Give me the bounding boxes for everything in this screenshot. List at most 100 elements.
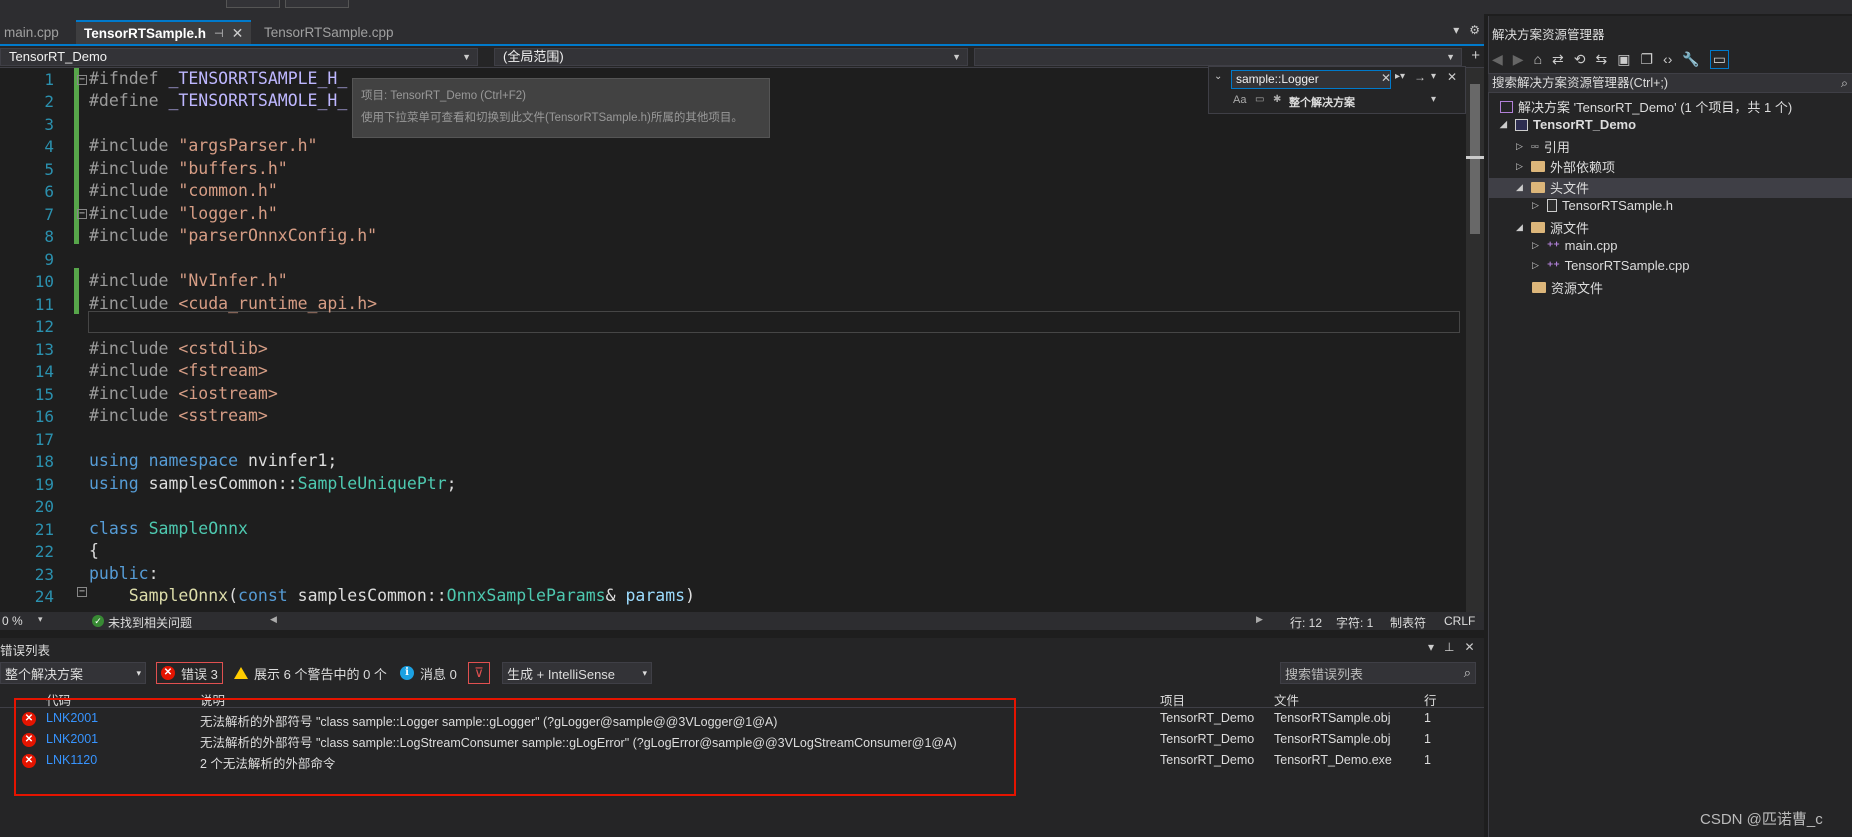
tree-file-source[interactable]: ▷ ⁺⁺ TensorRTSample.cpp	[1532, 258, 1689, 273]
find-options-icon[interactable]: ▾	[1431, 71, 1436, 82]
chevron-down-icon: ▾	[136, 667, 141, 678]
clear-icon[interactable]: ✕	[1381, 71, 1391, 85]
code-line: #include <cstdlib>	[89, 339, 268, 358]
close-icon[interactable]: ✕	[232, 25, 244, 42]
dropdown-icon[interactable]: ▾	[1428, 640, 1434, 654]
back-icon[interactable]: ◀	[1492, 51, 1503, 68]
build-filter-dropdown[interactable]: 生成 + IntelliSense ▾	[502, 662, 652, 684]
collapsed-triangle-icon[interactable]: ▷	[1516, 161, 1526, 172]
zoom-level[interactable]: 0 %	[2, 614, 23, 628]
tree-project[interactable]: ◢ TensorRT_Demo	[1500, 117, 1636, 132]
tab-tensorrtsample-cpp[interactable]: TensorRTSample.cpp	[256, 20, 402, 44]
close-icon[interactable]: ✕	[1447, 70, 1457, 84]
switch-views-icon[interactable]: ⇄	[1552, 51, 1564, 68]
code-line: #ifndef _TENSORRTSAMPLE_H_	[89, 69, 348, 88]
find-input[interactable]: sample::Logger	[1231, 70, 1391, 89]
tab-main-cpp[interactable]: main.cpp	[0, 20, 67, 44]
platform-dropdown[interactable]	[285, 0, 349, 8]
find-next-icon[interactable]: →	[1414, 70, 1426, 84]
chevron-down-icon: ▼	[462, 52, 471, 62]
column-file[interactable]: 文件	[1274, 690, 1299, 709]
fold-icon[interactable]: −	[77, 209, 87, 219]
scope-dropdown[interactable]: (全局范围) ▼	[494, 48, 968, 66]
config-dropdown[interactable]	[226, 0, 280, 8]
tree-file-header[interactable]: ▷ TensorRTSample.h	[1532, 198, 1673, 213]
errors-filter-button[interactable]: ✕ 错误 3	[156, 662, 223, 684]
sync-icon[interactable]: ⇆	[1596, 51, 1608, 68]
tree-resource-files[interactable]: 资源文件	[1532, 278, 1603, 297]
tab-list-dropdown-icon[interactable]: ▾	[1453, 23, 1459, 37]
regex-icon[interactable]: ✱	[1273, 94, 1281, 105]
column-project[interactable]: 项目	[1160, 690, 1185, 709]
expanded-triangle-icon[interactable]: ◢	[1516, 182, 1526, 193]
error-search-input[interactable]: 搜索错误列表 ⌕	[1280, 662, 1476, 684]
collapsed-triangle-icon[interactable]: ▷	[1516, 141, 1526, 152]
line-number: 9	[44, 250, 54, 269]
member-dropdown[interactable]: ▼	[974, 48, 1462, 66]
find-scope[interactable]: 整个解决方案	[1289, 94, 1355, 110]
editor-scrollbar[interactable]	[1466, 68, 1484, 612]
expanded-triangle-icon[interactable]: ◢	[1516, 222, 1526, 233]
split-icon[interactable]: +	[1471, 47, 1480, 64]
show-all-files-icon[interactable]: ❐	[1640, 51, 1653, 68]
project-dropdown[interactable]: TensorRT_Demo ▼	[0, 48, 478, 66]
warning-icon	[234, 667, 248, 679]
fold-icon[interactable]: −	[77, 587, 87, 597]
pin-icon[interactable]: ⊣	[214, 27, 224, 40]
gear-icon[interactable]: ⚙	[1469, 23, 1480, 37]
close-icon[interactable]: ✕	[1464, 640, 1474, 654]
collapsed-triangle-icon[interactable]: ▷	[1532, 240, 1542, 251]
collapsed-triangle-icon[interactable]: ▷	[1532, 260, 1542, 271]
fold-icon[interactable]: −	[77, 75, 87, 85]
chevron-down-icon[interactable]: ⌄	[1214, 71, 1222, 82]
tree-solution[interactable]: 解决方案 'TensorRT_Demo' (1 个项目，共 1 个)	[1500, 97, 1792, 116]
tab-tensorrtsample-h[interactable]: TensorRTSample.h ⊣ ✕	[76, 20, 252, 44]
tree-header-files[interactable]: ◢ 头文件	[1516, 178, 1589, 197]
line-indicator: 行: 12	[1290, 616, 1323, 630]
tree-external-dependencies[interactable]: ▷ 外部依赖项	[1516, 157, 1615, 176]
tree-source-files[interactable]: ◢ 源文件	[1516, 218, 1589, 237]
pin-icon[interactable]: ⊥	[1444, 640, 1454, 654]
view-code-icon[interactable]: ‹›	[1663, 51, 1672, 67]
chevron-down-icon: ▾	[642, 667, 647, 678]
whole-word-icon[interactable]: ▭	[1255, 94, 1264, 105]
collapsed-triangle-icon[interactable]: ▷	[1532, 200, 1542, 211]
scrollbar-thumb[interactable]	[1470, 84, 1480, 234]
line-number: 13	[34, 340, 54, 359]
tree-file-main[interactable]: ▷ ⁺⁺ main.cpp	[1532, 238, 1617, 253]
line-number: 8	[44, 227, 54, 246]
scroll-left-icon[interactable]: ◀	[270, 614, 277, 625]
home-icon[interactable]: ⌂	[1534, 51, 1542, 67]
history-dropdown-icon[interactable]: ▸▾	[1395, 71, 1405, 82]
code-line: #include "NvInfer.h"	[89, 271, 288, 290]
forward-icon[interactable]: ▶	[1513, 51, 1524, 68]
column-line[interactable]: 行	[1424, 690, 1437, 709]
chevron-down-icon[interactable]: ▾	[38, 614, 43, 625]
collapse-all-icon[interactable]: ▣	[1617, 51, 1630, 68]
preview-icon[interactable]: ▭	[1709, 49, 1730, 69]
solution-search-input[interactable]: 搜索解决方案资源管理器(Ctrl+;) ⌕	[1488, 73, 1852, 93]
line-number: 20	[34, 497, 54, 516]
scope-filter-dropdown[interactable]: 整个解决方案 ▾	[0, 662, 146, 684]
chevron-down-icon[interactable]: ▾	[1431, 94, 1436, 105]
highlight-annotation-box	[14, 698, 1016, 796]
messages-filter-button[interactable]: i 消息 0	[396, 662, 461, 684]
line-ending[interactable]: CRLF	[1444, 614, 1475, 628]
expanded-triangle-icon[interactable]: ◢	[1500, 119, 1510, 130]
warnings-filter-button[interactable]: 展示 6 个警告中的 0 个	[230, 662, 391, 684]
search-icon: ⌕	[1463, 665, 1471, 680]
history-icon[interactable]: ⟲	[1574, 51, 1586, 68]
issues-status[interactable]: 未找到相关问题	[108, 614, 192, 631]
filter-icon[interactable]: ⊽	[468, 662, 490, 684]
tree-references[interactable]: ▷ ▫▫ 引用	[1516, 137, 1570, 156]
code-line: SampleOnnx(const samplesCommon::OnnxSamp…	[128, 586, 696, 605]
indent-mode[interactable]: 制表符	[1390, 614, 1426, 631]
solution-explorer-title: 解决方案资源管理器	[1492, 28, 1605, 42]
properties-icon[interactable]: 🔧	[1682, 51, 1699, 68]
scroll-right-icon[interactable]: ▶	[1256, 614, 1263, 625]
chevron-down-icon: ▼	[952, 52, 961, 62]
match-case-icon[interactable]: Aa	[1233, 94, 1246, 106]
code-editor[interactable]: − − − − 1 2 3 4 5 6 7 8 9 10 11 12 13 14…	[0, 68, 1466, 612]
code-line: #include "logger.h"	[89, 204, 278, 223]
code-line: #include <iostream>	[89, 384, 278, 403]
